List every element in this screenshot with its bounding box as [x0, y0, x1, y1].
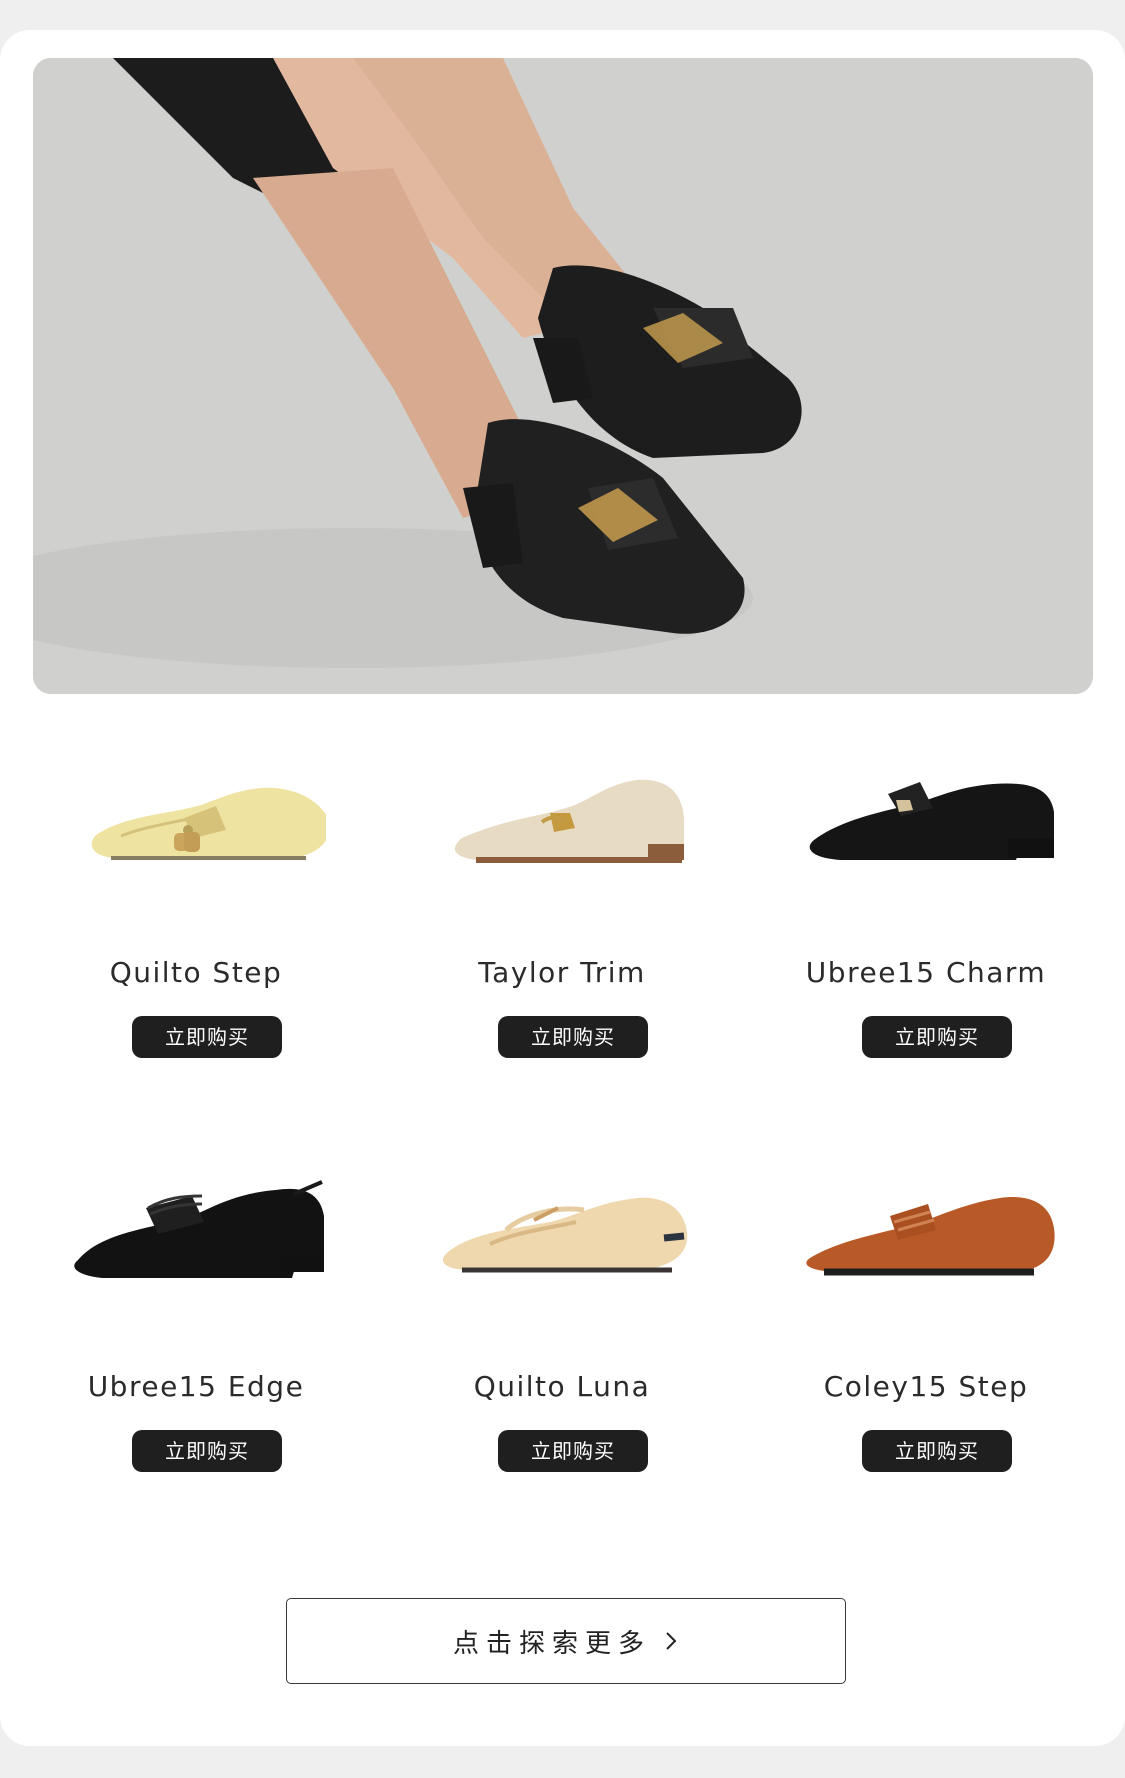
- product-image[interactable]: [432, 760, 692, 880]
- buy-now-button[interactable]: 立即购买: [132, 1430, 282, 1472]
- product-image[interactable]: [66, 760, 326, 880]
- buy-now-button[interactable]: 立即购买: [498, 1016, 648, 1058]
- buy-now-button[interactable]: 立即购买: [498, 1430, 648, 1472]
- product-title: Taylor Trim: [478, 956, 646, 989]
- product-card[interactable]: Quilto Luna 立即购买: [412, 1174, 712, 1474]
- product-card[interactable]: Ubree15 Charm 立即购买: [776, 760, 1076, 1060]
- explore-more-label: 点击探索更多: [452, 1628, 651, 1659]
- product-image[interactable]: [432, 1174, 692, 1294]
- buy-now-button[interactable]: 立即购买: [132, 1016, 282, 1058]
- product-title: Ubree15 Charm: [805, 956, 1047, 989]
- product-card[interactable]: Taylor Trim 立即购买: [412, 760, 712, 1060]
- product-card[interactable]: Ubree15 Edge 立即购买: [46, 1174, 346, 1474]
- product-card[interactable]: Quilto Step 立即购买: [46, 760, 346, 1060]
- hero-image: [33, 58, 1093, 694]
- product-image[interactable]: [796, 760, 1056, 880]
- chevron-right-icon: [666, 1632, 677, 1650]
- product-grid: Quilto Step 立即购买 Taylor Trim 立即购买 Ubree1…: [0, 760, 1125, 1520]
- buy-now-button[interactable]: 立即购买: [862, 1016, 1012, 1058]
- product-title: Quilto Luna: [473, 1370, 651, 1403]
- product-title: Ubree15 Edge: [87, 1370, 305, 1403]
- product-title: Quilto Step: [109, 956, 283, 989]
- hero-banner: [33, 58, 1093, 694]
- product-title: Coley15 Step: [823, 1370, 1029, 1403]
- page: Quilto Step 立即购买 Taylor Trim 立即购买 Ubree1…: [0, 0, 1125, 1778]
- product-image[interactable]: [796, 1174, 1056, 1294]
- buy-now-button[interactable]: 立即购买: [862, 1430, 1012, 1472]
- product-card[interactable]: Coley15 Step 立即购买: [776, 1174, 1076, 1474]
- explore-more-button[interactable]: 点击探索更多: [286, 1598, 846, 1684]
- product-image[interactable]: [66, 1174, 326, 1294]
